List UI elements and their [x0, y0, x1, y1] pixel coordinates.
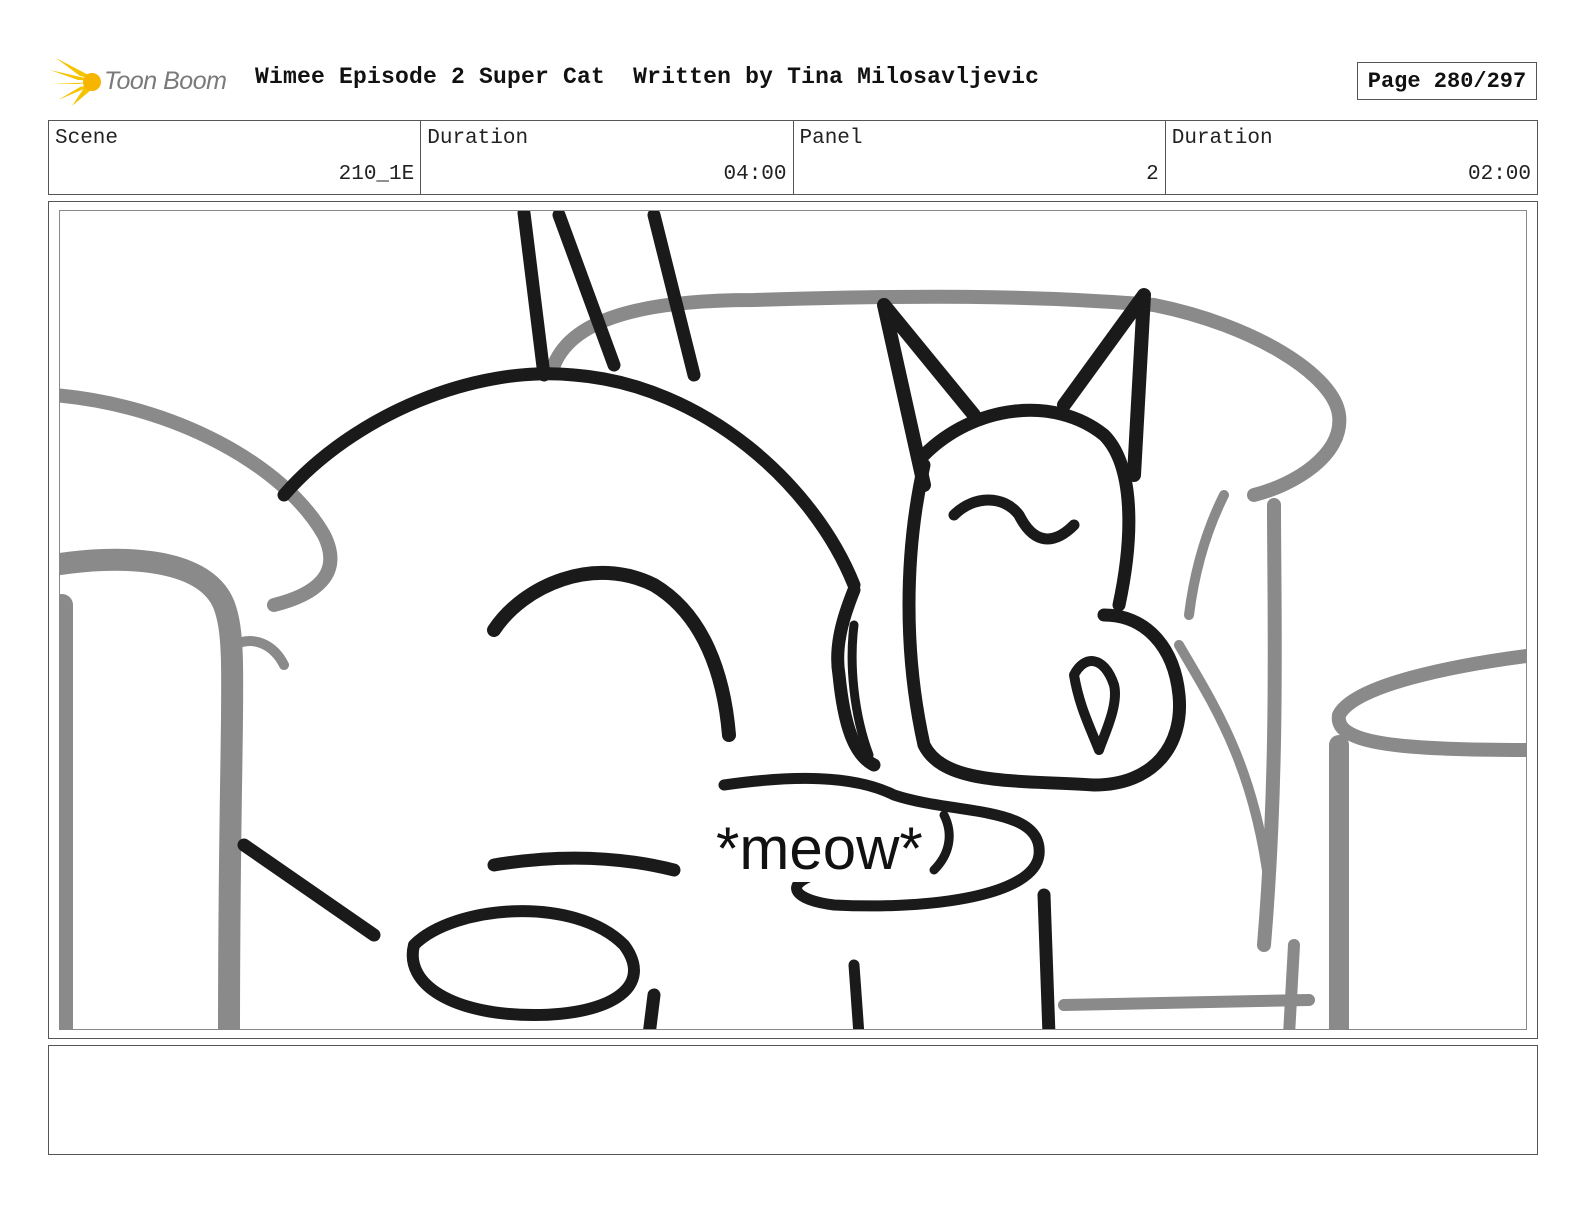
cat-right-ear — [1057, 288, 1151, 482]
toon-boom-burst-icon — [50, 58, 101, 106]
character-left-whisker — [237, 838, 381, 942]
panel-value: 2 — [1146, 163, 1159, 186]
scene-cell: Scene 210_1E — [49, 121, 422, 194]
sofa-right-leg — [1283, 939, 1300, 1029]
panel-duration-value: 02:00 — [1467, 163, 1531, 186]
panel-cell: Panel 2 — [794, 121, 1166, 194]
cat-paw-inner — [929, 810, 954, 875]
panel-label: Panel — [799, 127, 863, 150]
character-chin — [406, 905, 640, 1021]
sofa-arm-left — [60, 548, 244, 1029]
cat-leg — [1037, 888, 1056, 1029]
character-mouth — [487, 851, 681, 877]
sofa-right-slope — [1174, 640, 1274, 890]
character-eye — [487, 565, 736, 742]
page-number: Page 280/297 — [1357, 62, 1537, 100]
scene-label: Scene — [55, 127, 119, 150]
sketch-drawing — [60, 211, 1526, 1029]
logo-text: Toon Boom — [104, 66, 227, 95]
table-top — [1331, 648, 1526, 757]
storyboard-panel: *meow* — [48, 201, 1538, 1039]
character-antenna-1 — [517, 211, 551, 382]
scene-duration-value: 04:00 — [723, 163, 787, 186]
cat-nose — [1069, 656, 1120, 755]
page-number-text: Page 280/297 — [1367, 68, 1527, 94]
cat-eye — [948, 494, 1080, 545]
document-title: Wimee Episode 2 Super Cat Written by Tin… — [255, 64, 1039, 90]
character-neck — [643, 988, 661, 1029]
cat-leg-2 — [848, 959, 865, 1029]
scene-value: 210_1E — [338, 163, 415, 186]
character-head — [277, 367, 861, 592]
panel-duration-cell: Duration 02:00 — [1166, 121, 1537, 194]
panel-drawing-area: *meow* — [59, 210, 1527, 1030]
character-antenna-3 — [647, 211, 701, 382]
toon-boom-logo: Toon Boom — [50, 54, 227, 108]
sofa-cushion-right — [1184, 490, 1229, 620]
episode-title: Wimee Episode 2 Super Cat — [255, 64, 606, 90]
sofa-base — [1058, 994, 1315, 1011]
panel-notes-area — [48, 1045, 1538, 1155]
scene-info-table: Scene 210_1E Duration 04:00 Panel 2 Dura… — [48, 120, 1538, 195]
author-credit: Written by Tina Milosavljevic — [633, 64, 1040, 90]
panel-duration-label: Duration — [1171, 127, 1273, 150]
scene-duration-cell: Duration 04:00 — [421, 121, 794, 194]
panel-caption: *meow* — [710, 816, 929, 882]
scene-duration-label: Duration — [427, 127, 529, 150]
